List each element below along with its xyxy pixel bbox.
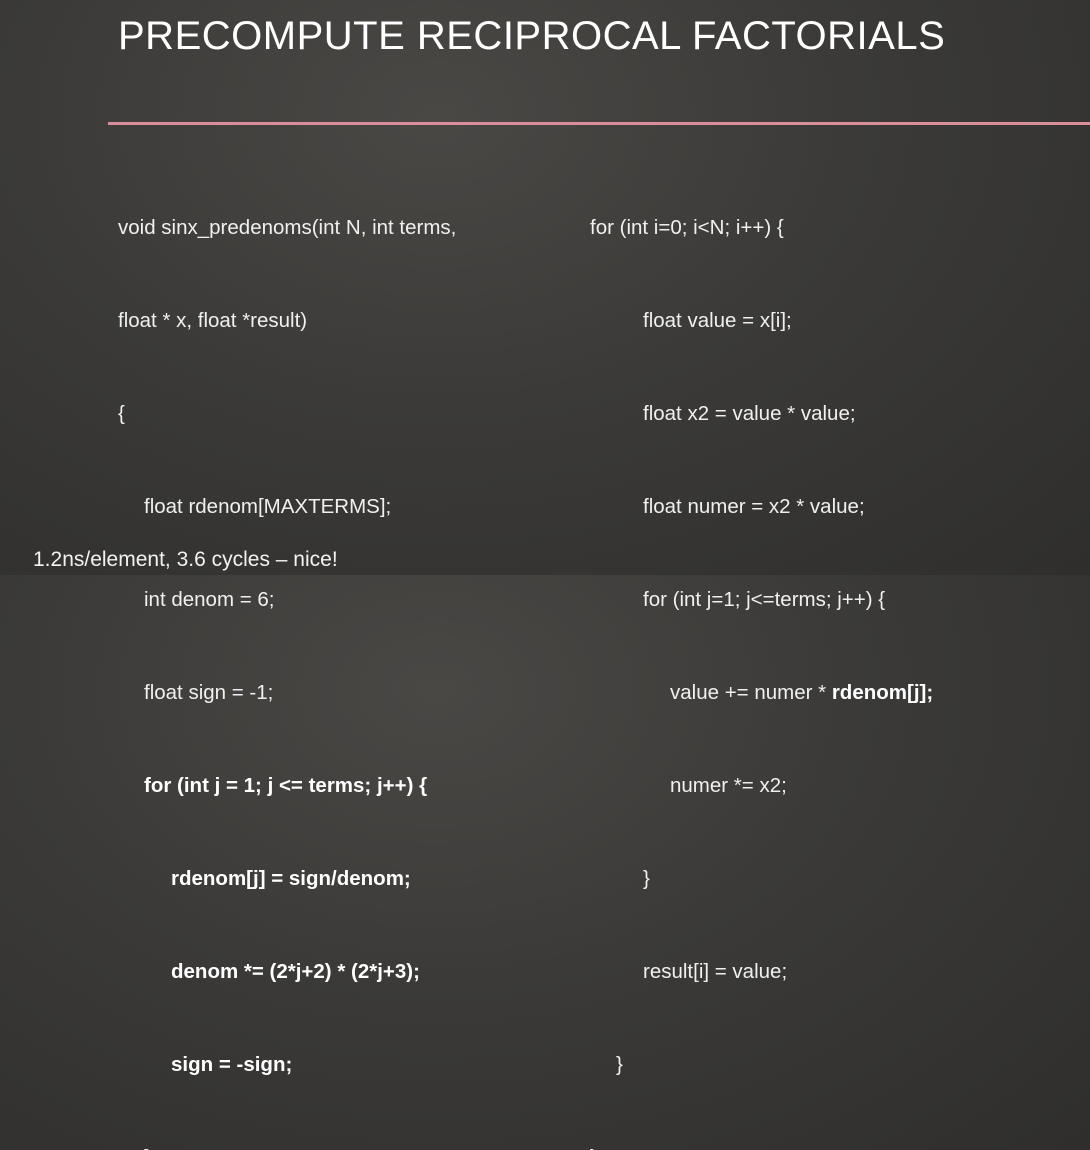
code-line-highlighted: } xyxy=(118,1142,456,1150)
code-line: numer *= x2; xyxy=(670,774,787,797)
code-line-highlighted: sign = -sign; xyxy=(171,1053,293,1076)
code-line: float value = x[i]; xyxy=(643,309,792,332)
code-line: float * x, float *result) xyxy=(118,309,308,332)
code-line: float rdenom[MAXTERMS]; xyxy=(144,495,392,518)
code-line: for (int j=1; j<=terms; j++) { xyxy=(643,588,886,611)
code-line: { xyxy=(118,402,125,425)
code-line-highlighted: denom *= (2*j+2) * (2*j+3); xyxy=(171,960,420,983)
title-divider xyxy=(108,122,1090,125)
slide-title: PRECOMPUTE RECIPROCAL FACTORIALS xyxy=(118,14,946,58)
code-line: result[i] = value; xyxy=(643,960,788,983)
code-line: } xyxy=(590,1142,933,1150)
code-line: value += numer * rdenom[j]; xyxy=(590,677,933,708)
code-line: int denom = 6; xyxy=(144,588,275,611)
code-line: float sign = -1; xyxy=(144,681,274,704)
code-line: float numer = x2 * value; xyxy=(643,495,865,518)
code-line: for (int i=0; i<N; i++) { xyxy=(590,216,784,239)
code-block-right: for (int i=0; i<N; i++) { float value = … xyxy=(590,150,933,1150)
code-segment: value += numer * xyxy=(670,681,832,704)
code-line: } xyxy=(616,1053,623,1076)
footer-note: 1.2ns/element, 3.6 cycles – nice! xyxy=(33,548,338,571)
code-line-highlighted: rdenom[j] = sign/denom; xyxy=(171,867,411,890)
code-line-highlighted: for (int j = 1; j <= terms; j++) { xyxy=(144,774,428,797)
code-block-left: void sinx_predenoms(int N, int terms, fl… xyxy=(118,150,456,1150)
code-line: void sinx_predenoms(int N, int terms, xyxy=(118,216,457,239)
code-line: float x2 = value * value; xyxy=(643,402,856,425)
code-line: } xyxy=(643,867,650,890)
code-segment-highlighted: rdenom[j]; xyxy=(831,681,934,704)
